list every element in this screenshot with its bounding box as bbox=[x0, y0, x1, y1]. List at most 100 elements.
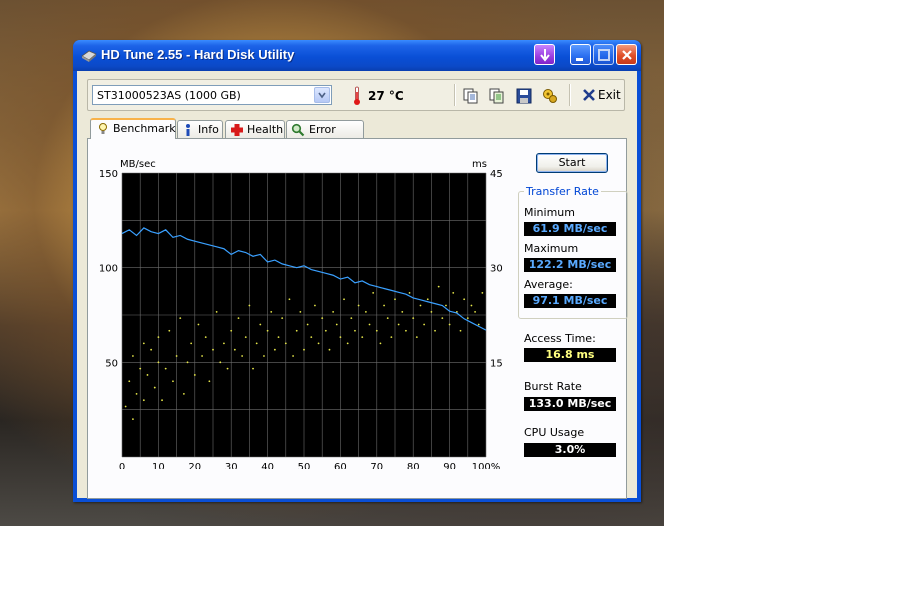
access-time-point bbox=[423, 323, 426, 326]
access-time-point bbox=[445, 304, 447, 307]
access-time-point bbox=[208, 380, 211, 383]
access-time-point bbox=[263, 355, 265, 357]
access-time-point bbox=[321, 317, 324, 320]
access-time-point bbox=[303, 348, 305, 351]
x-tick-label: 20 bbox=[188, 462, 201, 469]
access-time-point bbox=[281, 317, 284, 320]
hard-disk-icon bbox=[81, 50, 97, 62]
access-time-point bbox=[430, 310, 433, 313]
x-tick-label: 80 bbox=[407, 462, 420, 469]
access-time-point bbox=[317, 342, 320, 345]
title-bar[interactable]: HD Tune 2.55 - Hard Disk Utility bbox=[73, 40, 641, 71]
access-time-point bbox=[168, 329, 171, 332]
y-left-tick-label: 100 bbox=[99, 264, 118, 275]
drive-select[interactable]: ST31000523AS (1000 GB) bbox=[92, 85, 332, 105]
copy-icon[interactable] bbox=[462, 87, 480, 105]
access-time-point bbox=[335, 323, 338, 326]
access-time-point bbox=[252, 367, 254, 370]
tab-info[interactable]: Info bbox=[177, 120, 223, 138]
maximize-button[interactable] bbox=[593, 44, 614, 65]
x-tick-label: 100% bbox=[472, 462, 501, 469]
app-window: HD Tune 2.55 - Hard Disk Utility ST31000… bbox=[73, 40, 641, 502]
access-time-point bbox=[383, 304, 385, 307]
access-time-point bbox=[350, 317, 353, 320]
transfer-rate-title: Transfer Rate bbox=[524, 185, 601, 198]
maximum-value: 122.2 MB/sec bbox=[524, 258, 616, 272]
tab-label: Health bbox=[247, 123, 284, 136]
access-time-point bbox=[437, 285, 440, 288]
access-time-point bbox=[477, 323, 480, 326]
access-time-point bbox=[397, 323, 400, 326]
access-time-point bbox=[470, 304, 473, 307]
access-time-point bbox=[197, 323, 200, 326]
access-time-point bbox=[306, 323, 309, 326]
access-time-point bbox=[288, 298, 291, 301]
lightbulb-icon bbox=[99, 123, 107, 134]
access-time-point bbox=[175, 355, 178, 357]
minimize-icon bbox=[576, 58, 583, 61]
access-time-point bbox=[295, 329, 298, 332]
access-time-point bbox=[459, 329, 462, 332]
download-button[interactable] bbox=[534, 44, 555, 65]
x-tick-label: 90 bbox=[443, 462, 456, 469]
access-time-point bbox=[146, 374, 149, 376]
tab-error-scan[interactable]: Error Scan bbox=[286, 120, 364, 149]
access-time-point bbox=[375, 329, 378, 332]
exit-button[interactable]: Exit bbox=[598, 88, 621, 102]
access-time-point bbox=[448, 323, 451, 326]
client-area: ST31000523AS (1000 GB) 27 °C Exit Benchm… bbox=[77, 71, 637, 499]
access-time-point bbox=[299, 310, 302, 313]
minimum-label: Minimum bbox=[524, 206, 575, 219]
temperature-readout: 27 °C bbox=[368, 89, 404, 103]
access-time-point bbox=[164, 367, 167, 370]
magnifier-icon bbox=[291, 123, 305, 137]
start-button[interactable]: Start bbox=[536, 153, 608, 173]
minimize-button[interactable] bbox=[570, 44, 591, 65]
access-time-point bbox=[139, 367, 142, 370]
access-time-point bbox=[481, 292, 484, 294]
x-tick-label: 10 bbox=[152, 462, 165, 469]
access-time-point bbox=[332, 310, 335, 313]
close-button[interactable] bbox=[616, 44, 637, 65]
access-time-point bbox=[241, 355, 244, 357]
options-icon[interactable] bbox=[541, 87, 559, 105]
tab-label: Info bbox=[198, 123, 219, 136]
access-time-point bbox=[452, 292, 455, 294]
access-time-point bbox=[328, 348, 331, 351]
drive-select-value: ST31000523AS (1000 GB) bbox=[97, 89, 241, 102]
info-icon bbox=[186, 124, 190, 136]
cpu-usage-value: 3.0% bbox=[524, 443, 616, 457]
y-right-tick-label: 15 bbox=[490, 358, 503, 369]
benchmark-chart: MB/sec ms 0 10 20 30 40 50 60 70 80 90 100% 150 100 5… bbox=[99, 159, 503, 469]
x-tick-label: 0 bbox=[119, 462, 125, 469]
access-time-point bbox=[434, 329, 436, 332]
copy-all-icon[interactable] bbox=[488, 87, 506, 105]
access-time-label: Access Time: bbox=[524, 332, 596, 345]
access-time-point bbox=[142, 342, 145, 345]
access-time-point bbox=[324, 329, 327, 332]
toolbar: ST31000523AS (1000 GB) 27 °C Exit bbox=[87, 79, 625, 111]
blank-area bbox=[0, 526, 900, 600]
access-time-point bbox=[441, 317, 444, 320]
x-tick-label: 40 bbox=[261, 462, 274, 469]
access-time-point bbox=[248, 304, 251, 307]
access-time-point bbox=[223, 342, 225, 345]
tab-health[interactable]: Health bbox=[225, 120, 285, 138]
exit-x-icon[interactable] bbox=[582, 88, 596, 102]
access-time-point bbox=[157, 361, 160, 364]
minimum-value: 61.9 MB/sec bbox=[524, 222, 616, 236]
access-time-point bbox=[172, 380, 174, 383]
access-time-point bbox=[474, 310, 476, 313]
chevron-down-icon[interactable] bbox=[314, 87, 330, 103]
access-time-point bbox=[339, 336, 342, 338]
access-time-point bbox=[182, 392, 185, 395]
save-icon[interactable] bbox=[515, 87, 533, 105]
access-time-point bbox=[161, 399, 163, 402]
access-time-point bbox=[190, 342, 193, 345]
tab-benchmark[interactable]: Benchmark bbox=[90, 118, 176, 139]
tab-label: Benchmark bbox=[113, 122, 176, 135]
access-time-point bbox=[233, 348, 236, 351]
access-time-point bbox=[186, 361, 189, 364]
access-time-point bbox=[204, 336, 207, 338]
access-time-point bbox=[368, 323, 371, 326]
